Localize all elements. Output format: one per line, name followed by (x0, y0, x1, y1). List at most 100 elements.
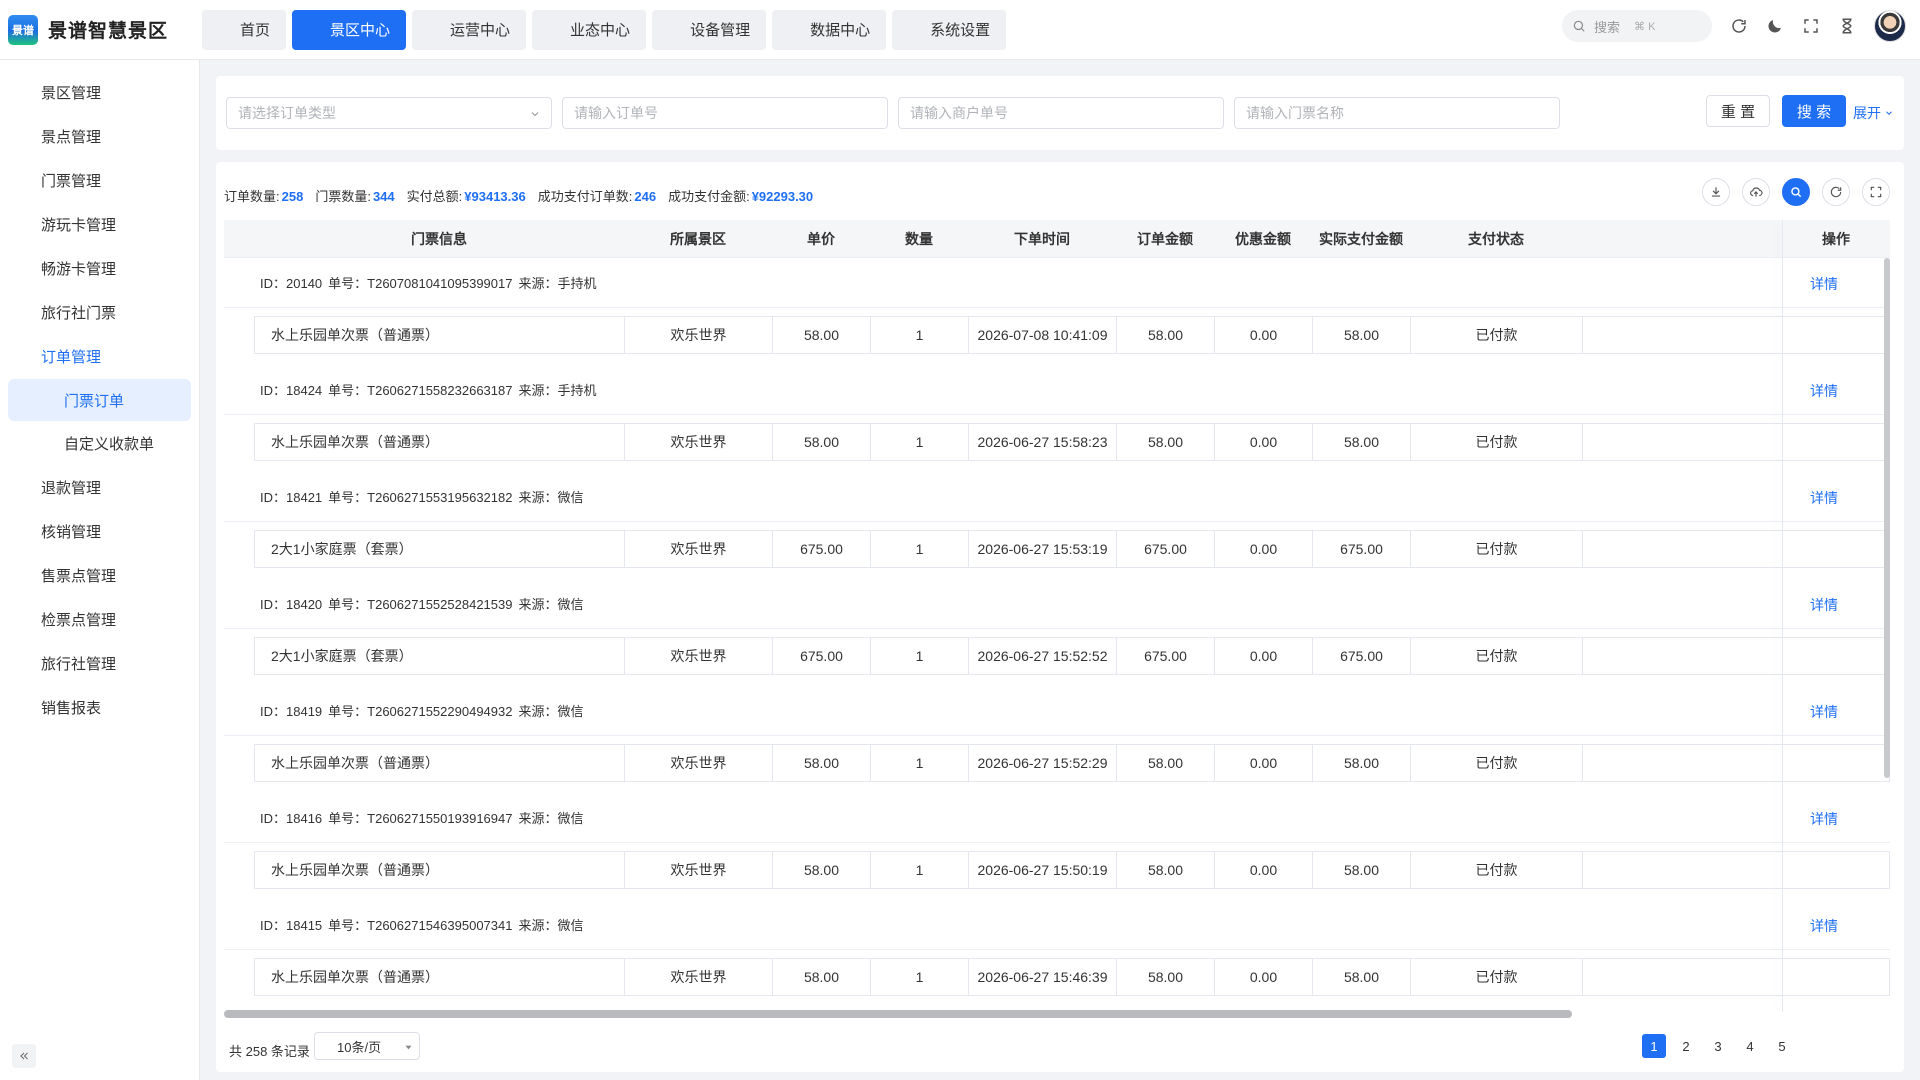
chevron-down-icon[interactable] (234, 276, 248, 290)
detail-link[interactable]: 详情 (1810, 916, 1838, 936)
table-body: ID：20140 单号：T2607081041095399017 来源：手持机 详情水… (224, 258, 1890, 1007)
chevron-left-button[interactable] (1610, 1034, 1634, 1058)
detail-link[interactable]: 详情 (1810, 381, 1838, 401)
dark-mode-icon[interactable] (1766, 17, 1784, 35)
chevron-down-icon[interactable] (234, 811, 248, 825)
refund-icon (16, 480, 31, 495)
detail-link[interactable]: 详情 (1810, 488, 1838, 508)
sidebar-item-3[interactable]: 游玩卡管理 (0, 202, 199, 246)
double-chevron-left-icon (20, 1052, 28, 1060)
double-chevron-left-button[interactable] (1578, 1034, 1602, 1058)
sidebar-item-11[interactable]: 旅行社管理 (0, 641, 199, 685)
sidebar-item-10[interactable]: 检票点管理 (0, 597, 199, 641)
page-size-value: 10条/页 (337, 1039, 382, 1055)
fullscreen-icon[interactable] (1802, 17, 1820, 35)
order-no: 单号：T2606271550193916947 (328, 811, 513, 826)
table-cell: 58.00 (773, 317, 871, 353)
search-button[interactable]: 搜 索 (1782, 95, 1846, 127)
globe-icon (16, 656, 31, 671)
first-page-icon (1552, 1040, 1564, 1052)
sidebar-item-7[interactable]: 退款管理 (0, 465, 199, 509)
sidebar-item-2[interactable]: 门票管理 (0, 158, 199, 202)
table-cell: 58.00 (1313, 424, 1411, 460)
collapse-sidebar-button[interactable] (12, 1044, 36, 1068)
table-cell: 1 (871, 531, 969, 567)
sidebar-item-6[interactable]: 订单管理 (0, 334, 199, 378)
sidebar-item-1[interactable]: 景点管理 (0, 114, 199, 158)
nav-tab-1[interactable]: 景区中心 (292, 9, 407, 50)
stat-value: ¥92293.30 (751, 189, 814, 204)
upload-button[interactable] (1742, 178, 1770, 206)
download-button[interactable] (1702, 178, 1730, 206)
table-cell: 58.00 (1117, 959, 1215, 995)
sidebar-subitem-0[interactable]: 门票订单 (8, 379, 191, 421)
user-avatar[interactable] (1874, 10, 1906, 42)
chevron-down-icon (167, 174, 179, 186)
nav-tab-label: 运营中心 (450, 22, 511, 39)
ticket-name-input[interactable]: 请输入门票名称 (1234, 97, 1560, 129)
expand-filters-link[interactable]: 展开 (1853, 103, 1894, 123)
chevron-down-icon (167, 481, 179, 493)
page-number[interactable]: 5 (1770, 1034, 1794, 1058)
sidebar-item-5[interactable]: 旅行社门票 (0, 290, 199, 334)
page-number[interactable]: 3 (1706, 1034, 1730, 1058)
stat-value: 246 (634, 189, 657, 204)
table-fullscreen-button[interactable] (1862, 178, 1890, 206)
table-cell: 水上乐园单次票（普通票） (255, 424, 625, 460)
nav-tab-6[interactable]: 系统设置 (892, 9, 1007, 50)
list-icon (40, 393, 54, 407)
table-cell: 675.00 (1313, 531, 1411, 567)
nav-tab-3[interactable]: 业态中心 (532, 9, 647, 50)
table-cell: 已付款 (1411, 852, 1583, 888)
table-cell: 已付款 (1411, 638, 1583, 674)
vertical-scrollbar[interactable] (1884, 258, 1890, 778)
chevron-down-icon[interactable] (234, 597, 248, 611)
page-size-select[interactable]: 10条/页 (314, 1032, 420, 1060)
detail-link[interactable]: 详情 (1810, 595, 1838, 615)
chevron-down-icon[interactable] (234, 918, 248, 932)
sidebar-item-0[interactable]: 景区管理 (0, 70, 199, 114)
sidebar-item-9[interactable]: 售票点管理 (0, 553, 199, 597)
order-no-placeholder: 请输入订单号 (574, 105, 658, 121)
horizontal-scrollbar[interactable] (224, 1010, 1572, 1018)
sidebar-item-12[interactable]: 销售报表 (0, 685, 199, 729)
reload-button[interactable] (1822, 178, 1850, 206)
first-page-button[interactable] (1546, 1034, 1570, 1058)
refresh-icon[interactable] (1730, 17, 1748, 35)
hourglass-icon[interactable] (1838, 17, 1856, 35)
last-page-button[interactable] (1866, 1034, 1890, 1058)
search-icon (1573, 20, 1585, 32)
table-cell: 2026-06-27 15:52:52 (969, 638, 1117, 674)
nav-tab-label: 设备管理 (690, 22, 751, 39)
merchant-no-input[interactable]: 请输入商户单号 (898, 97, 1224, 129)
table-cell: 1 (871, 638, 969, 674)
reset-button[interactable]: 重 置 (1706, 95, 1770, 127)
sidebar-item-label: 门票管理 (41, 172, 102, 190)
app-logo[interactable]: 景谱 景谱智慧景区 (0, 14, 200, 45)
order-no: 单号：T2606271553195632182 (328, 490, 513, 505)
sidebar-item-8[interactable]: 核销管理 (0, 509, 199, 553)
nav-tab-4[interactable]: 设备管理 (652, 9, 767, 50)
order-group-header: ID：18420 单号：T2606271552528421539 来源：微信 (224, 579, 1890, 629)
nav-tab-2[interactable]: 运营中心 (412, 9, 527, 50)
chevron-down-icon[interactable] (234, 383, 248, 397)
search-toggle-button[interactable] (1782, 178, 1810, 206)
order-no-input[interactable]: 请输入订单号 (562, 97, 888, 129)
detail-link[interactable]: 详情 (1810, 702, 1838, 722)
double-chevron-right-button[interactable] (1834, 1034, 1858, 1058)
chevron-down-icon (1886, 111, 1892, 115)
detail-link[interactable]: 详情 (1810, 809, 1838, 829)
chevron-down-icon[interactable] (234, 490, 248, 504)
chevron-down-icon[interactable] (234, 704, 248, 718)
nav-tab-0[interactable]: 首页 (202, 9, 287, 50)
order-type-select[interactable]: 请选择订单类型 (226, 97, 552, 129)
page-number[interactable]: 4 (1738, 1034, 1762, 1058)
page-number[interactable]: 1 (1642, 1034, 1666, 1058)
sidebar-subitem-1[interactable]: 自定义收款单 (8, 422, 191, 464)
sidebar-item-4[interactable]: 畅游卡管理 (0, 246, 199, 290)
page-number[interactable]: 2 (1674, 1034, 1698, 1058)
global-search[interactable]: 搜索 ⌘ K (1562, 10, 1712, 42)
chevron-right-button[interactable] (1802, 1034, 1826, 1058)
detail-link[interactable]: 详情 (1810, 274, 1838, 294)
nav-tab-5[interactable]: 数据中心 (772, 9, 887, 50)
